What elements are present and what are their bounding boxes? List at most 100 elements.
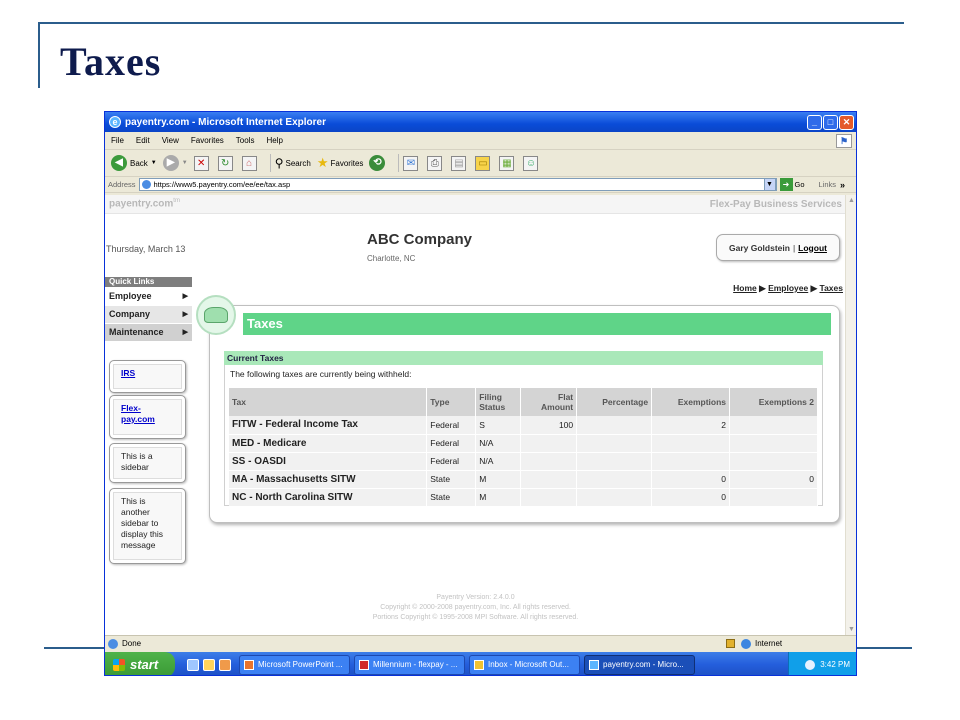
tax-exemptions-2 xyxy=(729,488,818,507)
tax-flat-amount: 100 xyxy=(520,416,578,435)
tax-flat-amount xyxy=(520,470,578,489)
slide-accent-vertical-line xyxy=(38,22,40,88)
current-taxes-heading: Current Taxes xyxy=(224,351,823,365)
flexpay-link[interactable]: Flex-pay.com xyxy=(113,399,182,435)
sidebar-box-message: This is another sidebar to display this … xyxy=(109,488,186,564)
vertical-scrollbar[interactable]: ▲ ▼ xyxy=(845,195,856,635)
column-header-filing-status: Filing Status xyxy=(475,388,522,416)
search-icon: ⚲ xyxy=(274,156,284,170)
quick-link-company[interactable]: Company ▶ xyxy=(105,306,192,323)
tax-filing-status: N/A xyxy=(475,452,522,471)
refresh-icon[interactable]: ↻ xyxy=(217,155,233,171)
task-label: Microsoft PowerPoint ... xyxy=(258,660,343,669)
page-footer: Payentry Version: 2.4.0.0 Copyright © 20… xyxy=(105,593,846,623)
quick-launch-media-icon[interactable] xyxy=(219,658,231,671)
home-icon[interactable]: ⌂ xyxy=(241,155,257,171)
links-chevron-icon[interactable]: » xyxy=(840,180,845,190)
quick-link-employee[interactable]: Employee ▶ xyxy=(105,288,192,305)
forward-dropdown-icon[interactable]: ▼ xyxy=(182,160,188,166)
tax-exemptions: 2 xyxy=(651,416,731,435)
tax-type: State xyxy=(426,470,477,489)
tax-type: State xyxy=(426,488,477,507)
menu-edit[interactable]: Edit xyxy=(136,136,150,145)
tax-filing-status: S xyxy=(475,416,522,435)
breadcrumb-taxes[interactable]: Taxes xyxy=(820,283,843,293)
menu-view[interactable]: View xyxy=(162,136,179,145)
forward-button[interactable]: ▶ ▼ xyxy=(162,155,188,171)
quick-link-label: Company xyxy=(109,309,151,319)
sidebar-message-text: This is another sidebar to display this … xyxy=(113,492,182,560)
powerpoint-icon xyxy=(244,659,254,670)
stop-icon[interactable]: ✕ xyxy=(193,155,209,171)
breadcrumb-employee[interactable]: Employee xyxy=(768,283,808,293)
task-payentry[interactable]: payentry.com - Micro... xyxy=(584,654,695,675)
sidebar-box-flexpay: Flex-pay.com xyxy=(109,395,186,439)
task-millennium[interactable]: Millennium - flexpay - ... xyxy=(354,654,465,675)
window-title: payentry.com - Microsoft Internet Explor… xyxy=(125,116,326,128)
favorites-label: Favorites xyxy=(330,158,364,168)
window-titlebar[interactable]: e payentry.com - Microsoft Internet Expl… xyxy=(105,112,856,132)
status-text: Done xyxy=(122,639,142,648)
back-dropdown-icon[interactable]: ▼ xyxy=(151,160,157,166)
go-arrow-icon: ➜ xyxy=(779,178,793,191)
logout-link[interactable]: Logout xyxy=(798,243,827,253)
menu-file[interactable]: File xyxy=(111,136,124,145)
research-icon[interactable]: ▦ xyxy=(499,155,515,171)
edit-icon[interactable]: ▤ xyxy=(451,155,467,171)
table-row: FITW - Federal Income Tax Federal S 100 … xyxy=(229,416,818,435)
hat-icon-badge xyxy=(196,295,236,335)
go-label: Go xyxy=(794,180,805,189)
tax-exemptions: 0 xyxy=(651,470,731,489)
address-dropdown-icon[interactable]: ▼ xyxy=(763,178,776,191)
maximize-button[interactable]: □ xyxy=(823,114,838,130)
tax-exemptions-2 xyxy=(729,452,818,471)
quick-link-maintenance[interactable]: Maintenance ▶ xyxy=(105,324,192,341)
start-label: start xyxy=(130,657,159,672)
tax-name: FITW - Federal Income Tax xyxy=(229,416,428,435)
mail-icon[interactable]: ✉ xyxy=(403,155,419,171)
quick-launch-ie-icon[interactable] xyxy=(187,658,199,671)
site-logo[interactable]: payentry.comtm xyxy=(109,198,180,209)
browser-window: e payentry.com - Microsoft Internet Expl… xyxy=(104,111,857,676)
address-input[interactable]: https://www5.payentry.com/ee/ee/tax.asp xyxy=(138,178,777,191)
tax-name: MED - Medicare xyxy=(229,434,428,453)
outlook-icon xyxy=(474,659,484,670)
scroll-up-icon[interactable]: ▲ xyxy=(846,195,856,206)
sidebar-note-text: This is a sidebar xyxy=(113,447,182,479)
breadcrumb-home[interactable]: Home xyxy=(733,283,757,293)
menu-help[interactable]: Help xyxy=(266,136,282,145)
tray-icon[interactable] xyxy=(805,659,816,670)
start-button[interactable]: start xyxy=(105,652,175,675)
scroll-down-icon[interactable]: ▼ xyxy=(846,624,856,635)
task-outlook[interactable]: Inbox - Microsoft Out... xyxy=(469,654,580,675)
status-bar: Done Internet xyxy=(105,635,856,651)
tax-flat-amount xyxy=(520,434,578,453)
lock-icon xyxy=(726,639,735,648)
back-button[interactable]: ◀ Back ▼ xyxy=(111,155,157,171)
site-logo-tm: tm xyxy=(173,198,180,205)
favorites-button[interactable]: ★ Favorites xyxy=(317,155,364,171)
quick-launch-desktop-icon[interactable] xyxy=(203,658,215,671)
breadcrumb-separator: ▶ xyxy=(810,283,818,293)
tax-flat-amount xyxy=(520,452,578,471)
minimize-button[interactable]: _ xyxy=(807,114,822,130)
go-button[interactable]: ➜ Go xyxy=(779,178,805,191)
favorites-star-icon: ★ xyxy=(316,155,329,170)
messenger-icon[interactable]: ☺ xyxy=(523,155,539,171)
irs-link[interactable]: IRS xyxy=(113,364,182,389)
hat-icon xyxy=(204,307,228,323)
menu-favorites[interactable]: Favorites xyxy=(191,136,224,145)
menu-tools[interactable]: Tools xyxy=(236,136,255,145)
print-icon[interactable]: ⎙ xyxy=(427,155,443,171)
links-label[interactable]: Links xyxy=(819,180,837,189)
ie-task-icon xyxy=(589,659,599,670)
close-button[interactable]: ✕ xyxy=(839,114,854,130)
menu-bar: File Edit View Favorites Tools Help ⚑ xyxy=(105,132,856,150)
task-powerpoint[interactable]: Microsoft PowerPoint ... xyxy=(239,654,350,675)
discuss-icon[interactable]: ▭ xyxy=(475,155,491,171)
table-row: MA - Massachusetts SITW State M 0 0 xyxy=(229,470,818,489)
current-date: Thursday, March 13 xyxy=(106,244,186,254)
history-icon[interactable]: ⟲ xyxy=(369,155,386,171)
search-button[interactable]: ⚲ Search xyxy=(275,156,311,170)
column-header-flat-amount: Flat Amount xyxy=(520,388,578,416)
